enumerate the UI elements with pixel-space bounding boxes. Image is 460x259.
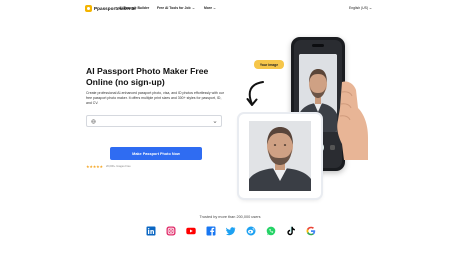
curved-arrow-icon [246, 81, 264, 106]
nav-ai-resume-builder[interactable]: AI Resume Builder [119, 6, 149, 10]
make-passport-photo-button[interactable]: Make Passport Photo Now [110, 147, 202, 160]
nav-label: More [204, 6, 213, 10]
language-selector[interactable]: English (US) [349, 6, 372, 10]
weibo-icon[interactable] [246, 226, 256, 236]
tiktok-icon[interactable] [286, 226, 296, 236]
passport-photo [249, 121, 311, 191]
your-image-badge: Your image [254, 60, 284, 69]
facebook-icon[interactable] [206, 226, 216, 236]
top-navbar: Ppassportmaker.ai AI Resume Builder Free… [0, 0, 460, 16]
rating: ★★★★★ 20,000+ Images Free [86, 164, 131, 169]
logo-icon [85, 5, 92, 12]
nav-label: Free AI Tools for Job [157, 6, 191, 10]
social-links [146, 225, 316, 237]
nav-label: AI Resume Builder [119, 6, 150, 10]
phone-notch [312, 44, 324, 47]
linkedin-icon[interactable] [146, 226, 156, 236]
rating-text: 20,000+ Images Free [105, 165, 131, 168]
hand-image [337, 81, 368, 160]
youtube-icon[interactable] [186, 226, 196, 236]
twitter-icon[interactable] [226, 226, 236, 236]
nav-free-ai-tools[interactable]: Free AI Tools for Job [157, 6, 195, 10]
cta-label: Make Passport Photo Now [132, 151, 180, 156]
nav-more[interactable]: More [204, 6, 216, 10]
passport-photo-card [239, 114, 321, 198]
instagram-icon[interactable] [166, 226, 176, 236]
man-passport-image [249, 121, 311, 191]
chevron-down-icon [191, 7, 195, 9]
language-label: English (US) [348, 6, 368, 10]
chevron-down-icon [213, 121, 217, 123]
chevron-down-icon [369, 7, 372, 9]
badge-label: Your image [259, 62, 279, 67]
globe-icon [91, 118, 96, 124]
chevron-down-icon [213, 7, 216, 9]
star-rating-icon: ★★★★★ [86, 164, 103, 169]
hero-description: Create professional AI-enhanced passport… [86, 91, 224, 105]
page-title: AI Passport Photo Maker Free Online (no … [86, 66, 209, 87]
google-icon[interactable] [306, 226, 316, 236]
document-type-select[interactable] [86, 115, 222, 127]
whatsapp-icon[interactable] [266, 226, 276, 236]
trusted-by-text: Trusted by more than 200,000 users [199, 215, 261, 219]
